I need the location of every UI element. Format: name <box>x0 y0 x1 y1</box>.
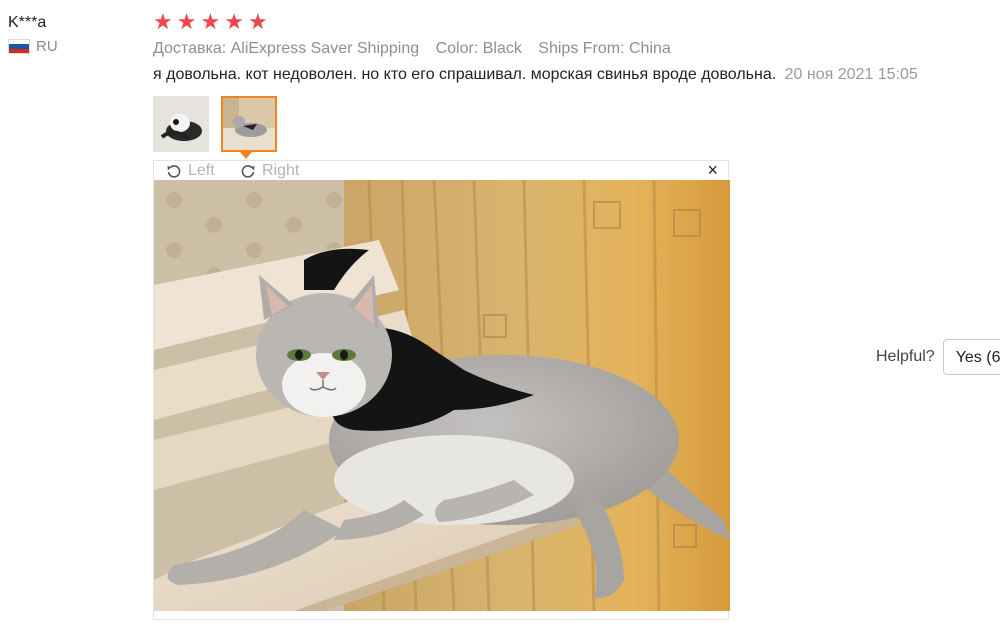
helpful-label: Helpful? <box>876 348 935 365</box>
user-name: K***a <box>8 14 47 31</box>
rotate-right-label: Right <box>262 162 300 179</box>
user-country: RU <box>8 38 58 55</box>
thumbnail-2[interactable] <box>221 96 277 152</box>
rotate-left-label: Left <box>188 162 215 179</box>
photo-thumbnails <box>153 96 277 152</box>
star-icon: ★ <box>153 9 173 34</box>
cat-photo <box>154 180 730 611</box>
helpful-section: Helpful? Yes (6 <box>876 339 1000 375</box>
rotate-right-icon <box>241 164 255 178</box>
thumbnail-image <box>223 98 275 150</box>
review-text: я довольна. кот недоволен. но кто его сп… <box>153 66 777 83</box>
rotate-left-button[interactable]: Left <box>166 161 215 180</box>
star-icon: ★ <box>200 9 221 34</box>
close-viewer-button[interactable]: × <box>707 160 718 180</box>
rotate-left-icon <box>167 164 181 178</box>
delivery-info: Доставка: AliExpress Saver Shipping <box>153 40 420 57</box>
star-icon: ★ <box>247 9 268 34</box>
active-thumbnail-pointer <box>240 152 252 159</box>
thumbnail-1[interactable] <box>153 96 209 152</box>
close-icon: × <box>707 160 718 180</box>
rating-stars: ★ ★ ★ ★ ★ <box>153 10 268 34</box>
color-info: Color: Black <box>435 40 522 57</box>
review-date: 20 ноя 2021 15:05 <box>784 66 918 83</box>
star-icon: ★ <box>176 9 197 34</box>
viewer-toolbar: Left Right × <box>154 160 728 180</box>
helpful-yes-button[interactable]: Yes (6 <box>942 339 1000 375</box>
thumbnail-image <box>154 97 208 151</box>
review-photo <box>154 180 730 611</box>
review-body: я довольна. кот недоволен. но кто его сп… <box>153 66 918 84</box>
country-code: RU <box>36 38 58 55</box>
rotate-right-button[interactable]: Right <box>240 161 299 180</box>
star-icon: ★ <box>224 9 244 34</box>
photo-viewer: Left Right × <box>153 160 730 620</box>
russia-flag-icon <box>8 39 30 54</box>
ships-from-info: Ships From: China <box>538 40 671 57</box>
order-meta: Доставка: AliExpress Saver Shipping Colo… <box>153 40 683 58</box>
